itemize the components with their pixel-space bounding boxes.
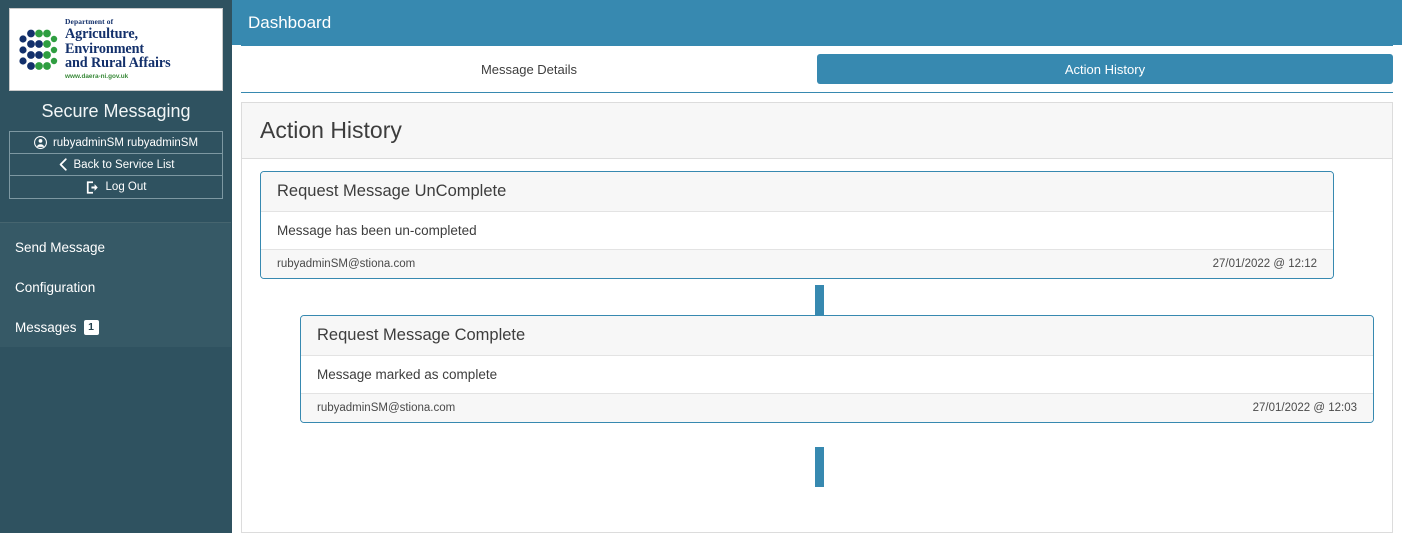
current-user-button[interactable]: rubyadminSM rubyadminSM bbox=[10, 132, 222, 154]
tab-label: Message Details bbox=[480, 61, 578, 77]
entry-user: rubyadminSM@stiona.com bbox=[317, 402, 456, 414]
back-to-service-list-button[interactable]: Back to Service List bbox=[10, 154, 222, 176]
sidebar-button-group: rubyadminSM rubyadminSM Back to Service … bbox=[9, 131, 223, 199]
entry-description: Message has been un-completed bbox=[261, 212, 1333, 250]
logo-name-line-1: Agriculture, Environment bbox=[65, 25, 145, 57]
main-content: Dashboard Message Details Action History… bbox=[232, 0, 1402, 533]
sidebar-item-send-message[interactable]: Send Message bbox=[0, 227, 232, 267]
entry-title: Request Message Complete bbox=[301, 316, 1373, 356]
sidebar-item-label: Send Message bbox=[15, 239, 106, 255]
chevron-left-icon bbox=[58, 158, 68, 171]
daera-logo: Department of Agriculture, Environment a… bbox=[9, 8, 223, 91]
action-history-entry[interactable]: Request Message Complete Message marked … bbox=[300, 315, 1374, 423]
entry-timestamp: 27/01/2022 @ 12:03 bbox=[1252, 402, 1357, 414]
entry-description: Message marked as complete bbox=[301, 356, 1373, 394]
logout-icon bbox=[86, 180, 100, 194]
sidebar-item-messages[interactable]: Messages 1 bbox=[0, 307, 232, 347]
entry-footer: rubyadminSM@stiona.com 27/01/2022 @ 12:0… bbox=[301, 394, 1373, 422]
log-out-button[interactable]: Log Out bbox=[10, 176, 222, 198]
tab-bar: Message Details Action History bbox=[241, 45, 1393, 93]
action-history-panel: Action History Request Message UnComplet… bbox=[241, 102, 1393, 533]
sidebar-item-label: Configuration bbox=[15, 279, 96, 295]
sidebar-nav: Send Message Configuration Messages 1 bbox=[0, 223, 232, 347]
timeline-row: Request Message UnComplete Message has b… bbox=[242, 171, 1392, 279]
user-circle-icon bbox=[33, 136, 47, 149]
logo-website-url: www.daera-ni.gov.uk bbox=[65, 73, 129, 81]
sidebar-filler bbox=[0, 347, 232, 533]
current-user-label: rubyadminSM rubyadminSM bbox=[52, 136, 199, 149]
page-title: Dashboard bbox=[248, 12, 332, 32]
sidebar-item-configuration[interactable]: Configuration bbox=[0, 267, 232, 307]
entry-user: rubyadminSM@stiona.com bbox=[277, 258, 416, 270]
tabs-container: Message Details Action History bbox=[232, 45, 1402, 93]
sidebar: Department of Agriculture, Environment a… bbox=[0, 0, 232, 533]
entry-footer: rubyadminSM@stiona.com 27/01/2022 @ 12:1… bbox=[261, 250, 1333, 278]
tab-label: Action History bbox=[1064, 61, 1146, 77]
entry-title: Request Message UnComplete bbox=[261, 172, 1333, 212]
logo-department-line: Department of bbox=[65, 17, 114, 27]
secure-messaging-app: Department of Agriculture, Environment a… bbox=[0, 0, 1402, 533]
panel-title: Action History bbox=[260, 117, 402, 143]
panel-header: Action History bbox=[242, 103, 1392, 159]
tab-message-details[interactable]: Message Details bbox=[241, 54, 817, 84]
log-out-label: Log Out bbox=[105, 181, 147, 193]
app-title: Secure Messaging bbox=[41, 101, 191, 121]
back-to-service-list-label: Back to Service List bbox=[73, 158, 175, 171]
action-history-timeline: Request Message UnComplete Message has b… bbox=[242, 159, 1392, 532]
entry-timestamp: 27/01/2022 @ 12:12 bbox=[1212, 258, 1317, 270]
messages-count-badge: 1 bbox=[83, 319, 99, 335]
top-header-bar: Dashboard bbox=[232, 0, 1402, 45]
daera-hex-dots-logo-icon bbox=[18, 27, 58, 73]
tab-action-history[interactable]: Action History bbox=[817, 54, 1393, 84]
action-history-entry[interactable]: Request Message UnComplete Message has b… bbox=[260, 171, 1334, 279]
timeline-connector bbox=[815, 447, 824, 487]
sidebar-item-label: Messages bbox=[15, 319, 77, 335]
logo-name-line-2: and Rural Affairs bbox=[65, 55, 171, 72]
